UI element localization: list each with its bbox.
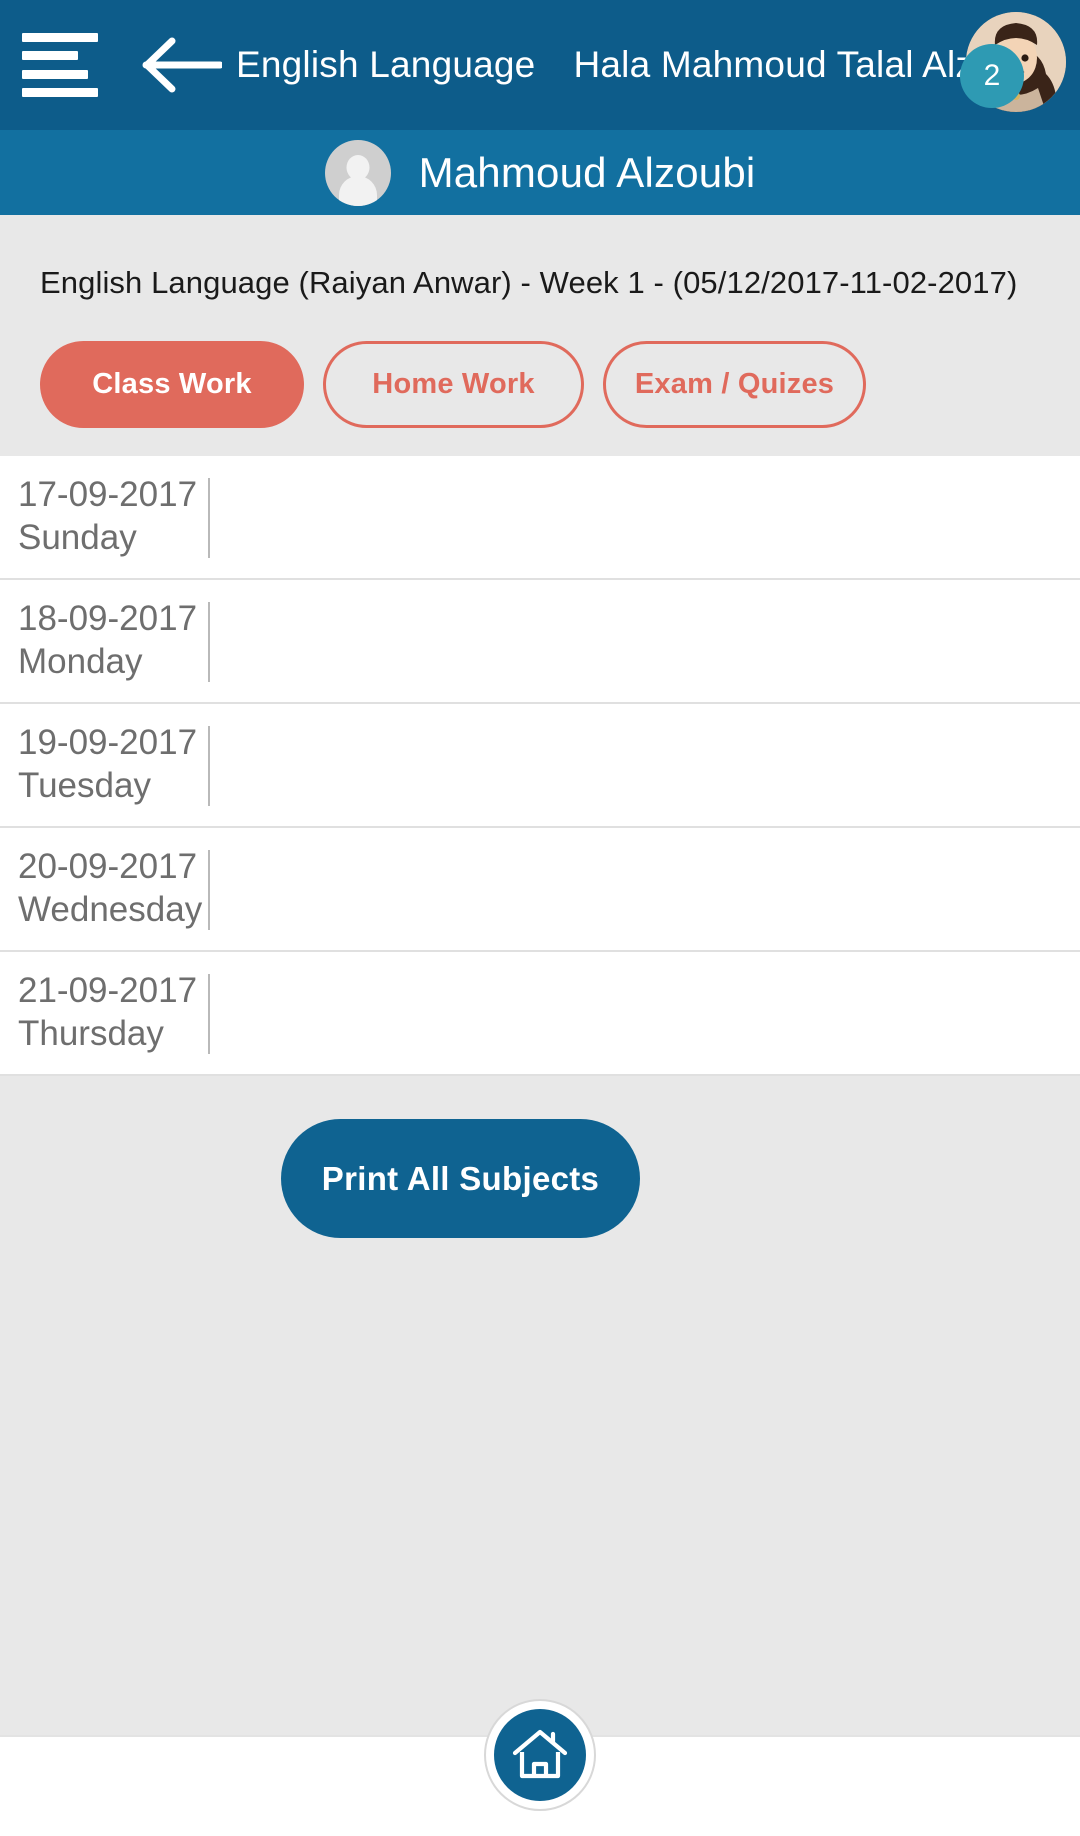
tab-home-work-label: Home Work (372, 368, 535, 400)
row-date: 18-09-2017 (18, 599, 198, 638)
avatar-body-shape (338, 175, 377, 206)
table-row[interactable]: 21-09-2017 Thursday (0, 952, 1080, 1076)
row-day: Tuesday (18, 766, 151, 805)
work-type-tabs: Class Work Home Work Exam / Quizes (40, 341, 866, 428)
home-icon (494, 1709, 586, 1801)
day-date-cell: 20-09-2017 Wednesday (0, 846, 208, 932)
row-day: Wednesday (18, 890, 203, 929)
tab-class-work[interactable]: Class Work (40, 341, 304, 428)
hamburger-line (22, 69, 88, 79)
student-name-label: Mahmoud Alzoubi (418, 148, 756, 196)
avatar[interactable]: 2 (960, 12, 1066, 118)
day-date-cell: 17-09-2017 Sunday (0, 474, 208, 560)
row-divider (208, 726, 210, 806)
hamburger-line (22, 87, 98, 97)
notification-badge: 2 (960, 44, 1024, 108)
day-list: 17-09-2017 Sunday 18-09-2017 Monday 19-0… (0, 456, 1080, 1076)
hamburger-menu-icon[interactable] (22, 33, 98, 97)
row-divider (208, 478, 210, 558)
back-arrow-icon[interactable] (142, 35, 222, 95)
app-screen: English Language Hala Mahmoud Talal Alzo… (0, 0, 1080, 1836)
print-all-subjects-button[interactable]: Print All Subjects (281, 1119, 640, 1238)
tab-home-work[interactable]: Home Work (323, 341, 584, 428)
student-bar: Mahmoud Alzoubi (0, 130, 1080, 215)
row-day: Monday (18, 642, 143, 681)
table-row[interactable]: 20-09-2017 Wednesday (0, 828, 1080, 952)
row-date: 20-09-2017 (18, 847, 198, 886)
day-date-cell: 21-09-2017 Thursday (0, 970, 208, 1056)
week-range-label: English Language (Raiyan Anwar) - Week 1… (40, 265, 1018, 300)
day-date-cell: 18-09-2017 Monday (0, 598, 208, 684)
student-placeholder-avatar (324, 139, 391, 206)
hamburger-line (22, 33, 98, 42)
tab-class-work-label: Class Work (92, 368, 252, 400)
row-divider (208, 850, 210, 930)
row-day: Sunday (18, 518, 137, 557)
table-row[interactable]: 18-09-2017 Monday (0, 580, 1080, 704)
top-app-bar: English Language Hala Mahmoud Talal Alzo… (0, 0, 1080, 130)
row-divider (208, 974, 210, 1054)
print-section: Print All Subjects (0, 1076, 1080, 1735)
row-date: 21-09-2017 (18, 971, 198, 1010)
tab-exam-quizes-label: Exam / Quizes (634, 368, 835, 400)
day-date-cell: 19-09-2017 Tuesday (0, 722, 208, 808)
home-button[interactable] (484, 1699, 596, 1811)
row-day: Thursday (18, 1014, 164, 1053)
table-row[interactable]: 19-09-2017 Tuesday (0, 704, 1080, 828)
row-date: 19-09-2017 (18, 723, 198, 762)
hamburger-line (22, 51, 78, 61)
filter-section: English Language (Raiyan Anwar) - Week 1… (0, 215, 1080, 456)
print-all-subjects-label: Print All Subjects (321, 1159, 600, 1197)
row-date: 17-09-2017 (18, 475, 198, 514)
table-row[interactable]: 17-09-2017 Sunday (0, 456, 1080, 580)
bottom-navigation-bar (0, 1699, 1080, 1836)
page-title: English Language (236, 44, 536, 85)
tab-exam-quizes[interactable]: Exam / Quizes (603, 341, 866, 428)
row-divider (208, 602, 210, 682)
